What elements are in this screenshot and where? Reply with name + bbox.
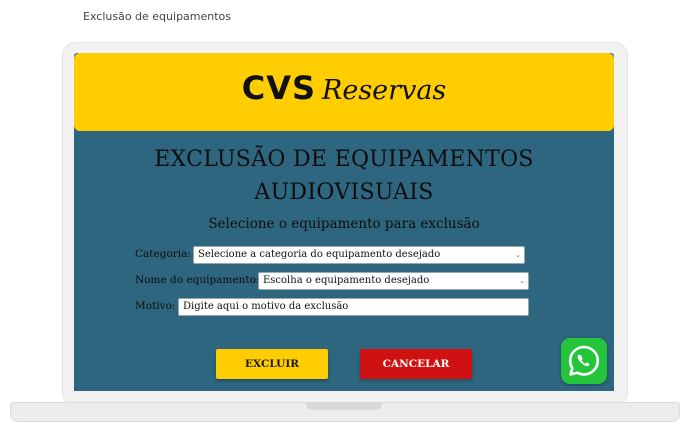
chevron-down-icon: ⌄ bbox=[519, 277, 525, 285]
categoria-select[interactable]: Selecione a categoria do equipamento des… bbox=[193, 246, 525, 264]
brand-logo: CVS Reservas bbox=[74, 69, 614, 107]
whatsapp-button[interactable] bbox=[561, 338, 607, 384]
nome-equipamento-select-value: Escolha o equipamento desejado bbox=[263, 275, 430, 286]
page-title: EXCLUSÃO DE EQUIPAMENTOS AUDIOVISUAIS bbox=[74, 143, 614, 209]
logo-reservas-text: Reservas bbox=[322, 75, 447, 106]
motivo-input-placeholder: Digite aqui o motivo da exclusão bbox=[183, 301, 349, 312]
whatsapp-icon bbox=[568, 345, 600, 376]
motivo-label: Motivo: bbox=[135, 300, 176, 312]
nome-equipamento-select[interactable]: Escolha o equipamento desejado ⌄ bbox=[258, 272, 529, 290]
form-subtitle: Selecione o equipamento para exclusão bbox=[208, 216, 480, 232]
categoria-label: Categoria: bbox=[135, 248, 191, 260]
page-title-line2: AUDIOVISUAIS bbox=[254, 180, 434, 205]
cancelar-button[interactable]: CANCELAR bbox=[360, 349, 472, 379]
app-screen: CVS Reservas EXCLUSÃO DE EQUIPAMENTOS AUD… bbox=[74, 53, 614, 391]
categoria-select-value: Selecione a categoria do equipamento des… bbox=[198, 249, 441, 260]
laptop-notch bbox=[306, 402, 382, 410]
excluir-button[interactable]: EXCLUIR bbox=[216, 349, 328, 379]
brand-header: CVS Reservas bbox=[74, 53, 614, 131]
nome-equipamento-label: Nome do equipamento: bbox=[135, 274, 260, 286]
page-title-line1: EXCLUSÃO DE EQUIPAMENTOS bbox=[154, 147, 534, 172]
page-caption: Exclusão de equipamentos bbox=[83, 10, 232, 23]
chevron-down-icon: ⌄ bbox=[515, 251, 521, 259]
motivo-input[interactable]: Digite aqui o motivo da exclusão bbox=[178, 298, 529, 316]
logo-cvs-text: CVS bbox=[241, 69, 317, 107]
